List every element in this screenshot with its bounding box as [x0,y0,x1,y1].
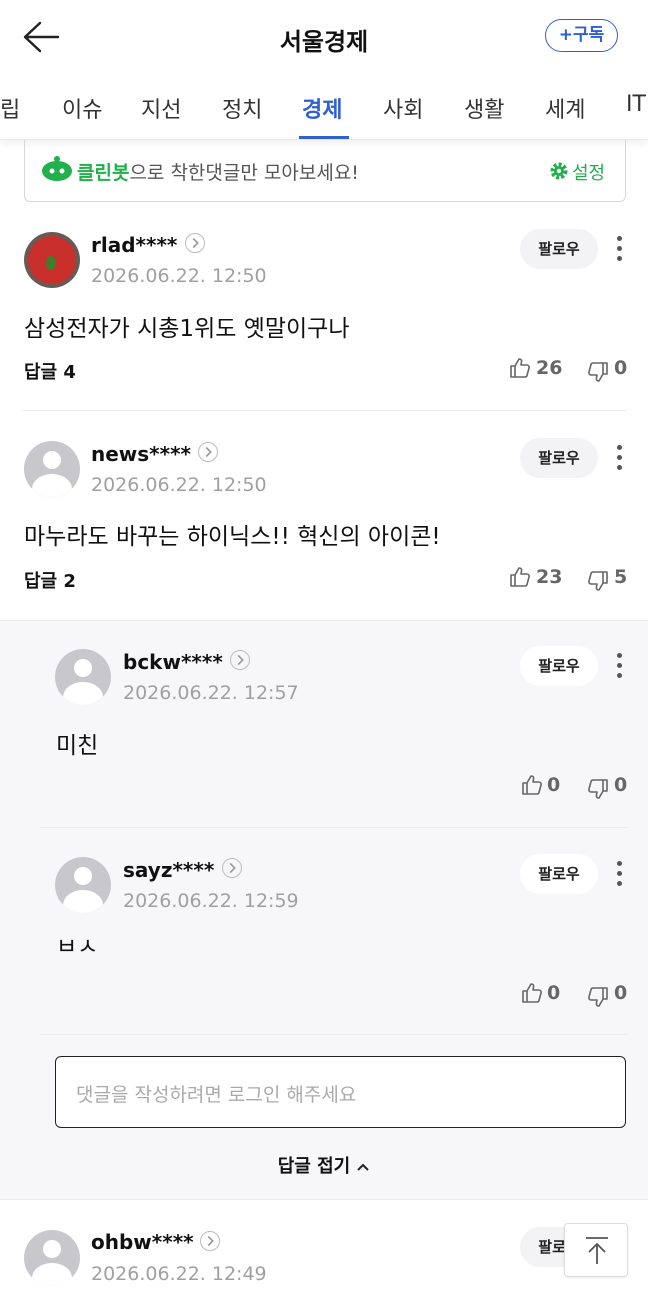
reply-count-button[interactable]: 답글 2 [24,567,76,593]
reply-date: 2026.06.22. 12:57 [123,682,299,704]
avatar[interactable] [24,441,80,497]
follow-button[interactable]: 팔로우 [520,854,598,894]
comment-username[interactable]: ohbw**** [91,1230,194,1254]
tab-it[interactable]: IT [626,92,646,117]
reply-count-button[interactable]: 답글 4 [24,358,76,384]
thumbs-down-icon[interactable] [586,985,610,1009]
gear-icon[interactable] [549,161,569,181]
collapse-replies-button[interactable]: 답글 접기 [0,1152,648,1178]
reply-input[interactable]: 댓글을 작성하려면 로그인 해주세요 [55,1056,626,1128]
like-count: 0 [547,774,561,796]
dislike-count: 0 [614,982,628,1004]
cleanbot-settings-link[interactable]: 설정 [572,159,605,185]
cleanbot-text: 클린봇으로 착한댓글만 모아보세요! [77,158,359,185]
avatar[interactable] [55,857,111,913]
follow-button[interactable]: 팔로우 [520,229,598,269]
comment-username[interactable]: rlad**** [91,233,177,257]
arrow-up-icon [586,1237,608,1264]
divider [40,827,627,828]
app-header: 서울경제 +구독 [0,0,648,76]
tab-politics[interactable]: 정치 [222,92,262,124]
avatar[interactable] [24,232,80,288]
collapse-replies-label: 답글 접기 [277,1156,351,1177]
dislike-count: 0 [614,357,628,379]
like-count: 23 [536,566,563,588]
avatar[interactable] [55,649,111,705]
tab-election[interactable]: 지선 [141,92,181,124]
chevron-right-icon[interactable] [230,650,250,670]
more-options-icon[interactable] [614,236,624,262]
comment-date: 2026.06.22. 12:49 [91,1263,267,1285]
divider [40,1034,627,1035]
tab-society[interactable]: 사회 [383,92,423,124]
avatar[interactable] [24,1230,80,1286]
cleanbot-brand: 클린봇 [77,162,130,184]
more-options-icon[interactable] [614,861,624,887]
chevron-up-icon [357,1163,369,1171]
chevron-right-icon[interactable] [200,1231,220,1251]
chevron-right-icon[interactable] [222,858,242,878]
subscribe-button[interactable]: +구독 [545,19,618,52]
comment-date: 2026.06.22. 12:50 [91,474,267,496]
scroll-to-top-button[interactable] [564,1223,628,1277]
tab-world[interactable]: 세계 [545,92,585,124]
like-count: 26 [536,357,563,379]
reply-date: 2026.06.22. 12:59 [123,890,299,912]
thumbs-down-icon[interactable] [586,360,610,384]
more-options-icon[interactable] [614,445,624,471]
avatar-image-detail [46,256,56,270]
reply-username[interactable]: bckw**** [123,650,223,674]
reply-input-placeholder: 댓글을 작성하려면 로그인 해주세요 [76,1084,357,1106]
thumbs-up-icon[interactable] [520,773,544,797]
thumbs-down-icon[interactable] [586,777,610,801]
active-tab-indicator [299,136,349,139]
follow-button[interactable]: 팔로우 [520,438,598,478]
dislike-count: 0 [614,774,628,796]
reply-text: 미친 [56,733,99,759]
reply-username[interactable]: sayz**** [123,858,214,882]
divider [22,410,627,411]
tab-economy[interactable]: 경제 [302,92,342,124]
comment-username[interactable]: news**** [91,442,191,466]
tab-issue[interactable]: 이슈 [62,92,102,124]
like-count: 0 [547,982,561,1004]
reply-text: ㅂㅅ [56,938,99,954]
more-options-icon[interactable] [614,653,624,679]
tab-0[interactable]: 립 [0,92,20,124]
comment-date: 2026.06.22. 12:50 [91,265,267,287]
thumbs-up-icon[interactable] [508,565,532,589]
cleanbot-icon [42,156,72,181]
chevron-right-icon[interactable] [185,233,205,253]
cleanbot-banner: 클린봇으로 착한댓글만 모아보세요! 설정 [24,140,626,202]
follow-button[interactable]: 팔로우 [520,646,598,686]
cleanbot-message: 으로 착한댓글만 모아보세요! [129,162,359,184]
dislike-count: 5 [614,566,628,588]
category-tabs: 립 이슈 지선 정치 경제 사회 생활 세계 IT [0,76,648,140]
tab-life[interactable]: 생활 [464,92,504,124]
comment-text: 삼성전자가 시총1위도 옛말이구나 [24,316,350,342]
thumbs-down-icon[interactable] [586,569,610,593]
thumbs-up-icon[interactable] [508,356,532,380]
comment-text: 마누라도 바꾸는 하이닉스!! 혁신의 아이콘! [24,524,441,550]
reply-text-clip: ㅂㅅ [56,938,176,954]
thumbs-up-icon[interactable] [520,981,544,1005]
chevron-right-icon[interactable] [198,442,218,462]
